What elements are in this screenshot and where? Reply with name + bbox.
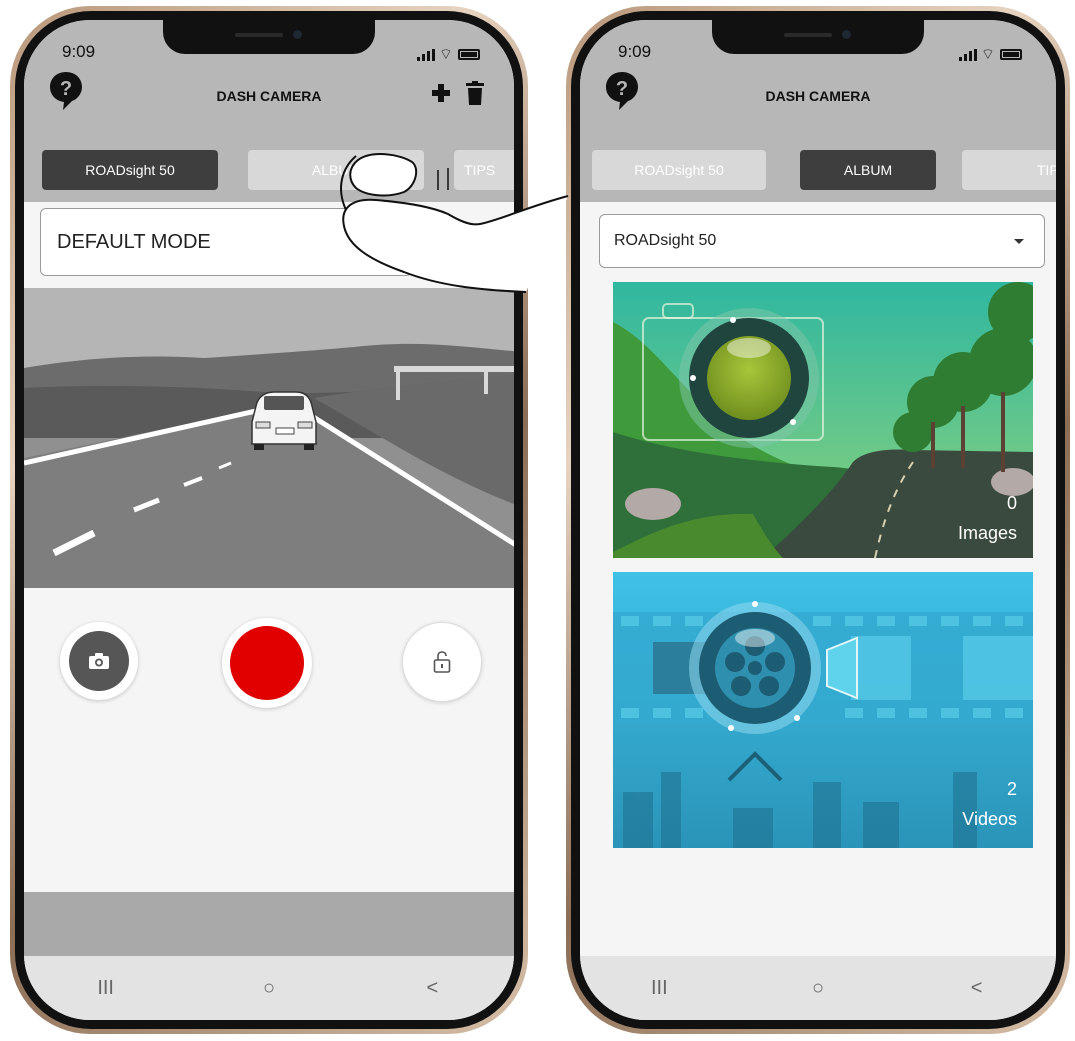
- videos-count: 2: [1006, 779, 1017, 799]
- videos-label: Videos: [962, 809, 1017, 829]
- signal-icon: [958, 48, 977, 61]
- phone-notch: [712, 20, 924, 54]
- road-scene-illustration: [24, 288, 514, 588]
- app-screenshot-comparison: 9:09 ⌔ ? DASH CAMERA ROADsight 50 ALBUM …: [0, 0, 1075, 1041]
- back-button[interactable]: <: [947, 977, 1007, 1000]
- record-indicator: [230, 626, 304, 700]
- recents-button[interactable]: III: [629, 977, 689, 1000]
- images-count: 0: [1006, 493, 1017, 513]
- mode-select-value: DEFAULT MODE: [57, 230, 211, 253]
- tab-roadsight[interactable]: ROADsight 50: [42, 150, 218, 190]
- home-button[interactable]: ○: [239, 977, 299, 1000]
- wifi-icon: ⌔: [438, 46, 454, 63]
- chevron-down-icon: [1014, 239, 1024, 244]
- record-button[interactable]: [222, 618, 312, 708]
- wifi-icon: ⌔: [980, 46, 996, 63]
- pointing-finger-illustration: [340, 153, 569, 293]
- home-button[interactable]: ○: [788, 977, 848, 1000]
- tab-roadsight[interactable]: ROADsight 50: [592, 150, 766, 190]
- add-icon[interactable]: [432, 84, 450, 102]
- status-icons: ⌔: [958, 45, 1022, 64]
- battery-icon: [458, 49, 480, 60]
- album-images-card[interactable]: 0 Images: [613, 282, 1033, 558]
- battery-icon: [1000, 49, 1022, 60]
- status-time: 9:09: [62, 42, 96, 61]
- right-screen: 9:09 ⌔ ? DASH CAMERA ROADsight 50 ALBUM …: [580, 20, 1056, 1020]
- images-label: Images: [957, 523, 1017, 543]
- phone-right: 9:09 ⌔ ? DASH CAMERA ROADsight 50 ALBUM …: [566, 6, 1070, 1034]
- signal-icon: [416, 48, 435, 61]
- recents-button[interactable]: III: [76, 977, 136, 1000]
- unlock-icon: [433, 651, 451, 673]
- camera-icon: [89, 653, 109, 669]
- album-videos-card[interactable]: 2 Videos: [613, 572, 1033, 848]
- car-illustration: [251, 391, 317, 450]
- back-button[interactable]: <: [402, 977, 462, 1000]
- system-nav-bar: III ○ <: [24, 956, 514, 1020]
- device-select-value: ROADsight 50: [614, 232, 717, 249]
- system-nav-bar: III ○ <: [580, 956, 1056, 1020]
- snapshot-button[interactable]: [60, 622, 138, 700]
- status-time: 9:09: [618, 42, 652, 61]
- trash-icon[interactable]: [466, 81, 484, 105]
- lock-button[interactable]: [402, 622, 482, 702]
- status-icons: ⌔: [416, 45, 480, 64]
- camera-preview: [24, 288, 514, 588]
- device-select[interactable]: ROADsight 50: [599, 214, 1045, 268]
- tab-tips[interactable]: TIPS: [962, 150, 1056, 190]
- tab-album[interactable]: ALBUM: [800, 150, 936, 190]
- phone-notch: [163, 20, 375, 54]
- page-title: DASH CAMERA: [765, 88, 871, 104]
- recording-controls: [24, 588, 514, 892]
